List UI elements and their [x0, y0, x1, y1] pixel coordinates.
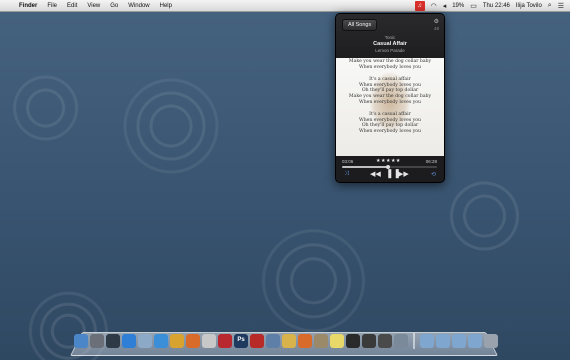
menu-file[interactable]: File	[42, 3, 62, 9]
notification-center-icon[interactable]: ☰	[558, 2, 564, 10]
dock-flash-icon[interactable]	[250, 334, 264, 348]
spotlight-search-icon[interactable]: ⌕	[548, 2, 552, 10]
status-area: ♫ ◠ ◂ 19% ▭ Thu 22:46 Ilija Tovilo ⌕ ☰	[414, 0, 570, 11]
wifi-icon[interactable]: ◠	[431, 2, 437, 10]
volume-icon[interactable]: ◂	[443, 2, 447, 10]
lyrics-text: Make you wear the dog collar baby When e…	[336, 59, 444, 135]
lyric-line: Make you wear the dog collar baby	[348, 59, 432, 64]
repeat-icon[interactable]: ⟲	[431, 171, 436, 178]
dock-chrome-icon[interactable]	[170, 334, 184, 348]
dock-safari-icon[interactable]	[154, 334, 168, 348]
dock-activity-icon[interactable]	[362, 334, 376, 348]
dock-separator	[413, 333, 415, 349]
dock-mail-icon[interactable]	[138, 334, 152, 348]
song-title: Casual Affair	[373, 41, 407, 47]
dock: Ps	[74, 332, 498, 350]
menu-view[interactable]: View	[82, 3, 105, 9]
user-name[interactable]: Ilija Tovilo	[516, 3, 542, 9]
remaining-time: 06:28	[425, 159, 437, 164]
dock-console-icon[interactable]	[378, 334, 392, 348]
album-name: Lemon Parade	[375, 48, 405, 53]
battery-icon[interactable]: ▭	[470, 2, 477, 10]
menu-edit[interactable]: Edit	[62, 3, 82, 9]
all-songs-button[interactable]: All Songs	[342, 19, 378, 31]
menu-bar: Finder File Edit View Go Window Help ♫ ◠…	[0, 0, 570, 12]
dock-folder-downloads-icon[interactable]	[452, 334, 466, 348]
dock-terminal-icon[interactable]	[346, 334, 360, 348]
music-status-icon[interactable]: ♫	[414, 0, 425, 11]
progress-fill	[342, 166, 388, 168]
previous-track-icon[interactable]: ◀◀	[370, 170, 381, 178]
lyric-line: When everybody loves you	[358, 128, 422, 134]
player-header: All Songs ⚙ 48 Tonic Casual Affair Lemon…	[336, 14, 444, 60]
dock-icon-label: Ps	[237, 337, 245, 343]
dock-photoshop-icon[interactable]: Ps	[234, 334, 248, 348]
artist-name: Tonic	[384, 35, 396, 40]
dock-sparrow-icon[interactable]	[298, 334, 312, 348]
menu-window[interactable]: Window	[123, 3, 154, 9]
lyrics-panel[interactable]: Make you wear the dog collar baby When e…	[336, 58, 444, 156]
dock-preview-icon[interactable]	[394, 334, 408, 348]
dock-notes-icon[interactable]	[330, 334, 344, 348]
dock-launchpad-icon[interactable]	[90, 334, 104, 348]
dock-finder-icon[interactable]	[74, 334, 88, 348]
dock-ical-icon[interactable]	[202, 334, 216, 348]
dock-folder-stack-icon[interactable]	[468, 334, 482, 348]
dock-trash-icon[interactable]	[484, 334, 498, 348]
elapsed-time: 03:06	[342, 159, 354, 164]
battery-percent[interactable]: 19%	[452, 3, 464, 9]
lyric-line: Make you wear the dog collar baby	[348, 93, 432, 99]
menu-go[interactable]: Go	[105, 3, 123, 9]
dock-folder-docs-icon[interactable]	[436, 334, 450, 348]
rating-stars[interactable]: ★★★★★	[376, 158, 401, 164]
dock-mission-control-icon[interactable]	[106, 334, 120, 348]
dock-music-app-icon[interactable]	[218, 334, 232, 348]
playback-controls: 03:06 ★★★★★ 06:28 ⤨ ◀◀ ❚❚ ▶▶ ⟲	[336, 156, 444, 182]
clock[interactable]: Thu 22:46	[483, 3, 510, 9]
dock-firefox-icon[interactable]	[186, 334, 200, 348]
music-player-popover: All Songs ⚙ 48 Tonic Casual Affair Lemon…	[335, 13, 445, 183]
track-info: Tonic Casual Affair Lemon Parade	[336, 35, 444, 53]
dock-packages-icon[interactable]	[314, 334, 328, 348]
menu-help[interactable]: Help	[155, 3, 177, 9]
desktop-wallpaper	[0, 0, 570, 360]
dock-folder-apps-icon[interactable]	[420, 334, 434, 348]
settings-icon[interactable]: ⚙	[434, 18, 439, 25]
dock-xcode-icon[interactable]	[266, 334, 280, 348]
next-track-icon[interactable]: ▶▶	[398, 170, 409, 178]
dock-app-store-icon[interactable]	[122, 334, 136, 348]
track-count: 48	[433, 26, 439, 31]
menu-app-name[interactable]: Finder	[14, 3, 42, 9]
dock-pencil-icon[interactable]	[282, 334, 296, 348]
shuffle-icon[interactable]: ⤨	[344, 171, 349, 178]
